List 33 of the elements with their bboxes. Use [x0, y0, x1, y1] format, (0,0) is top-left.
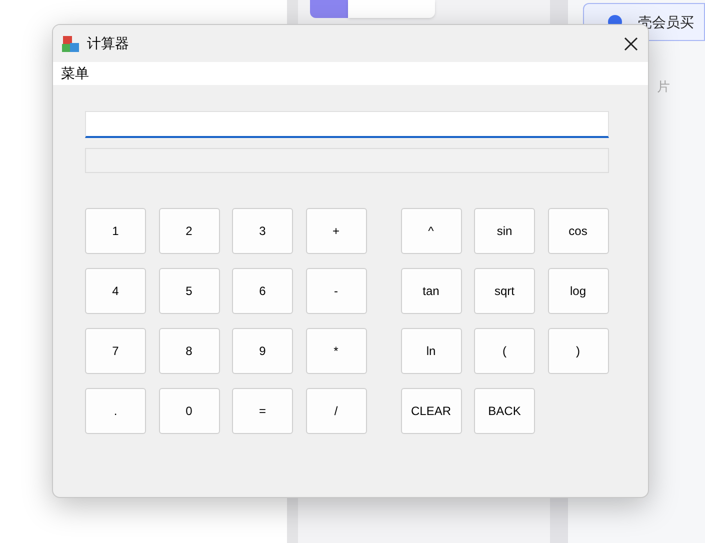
calculator-key[interactable]: 3: [232, 208, 293, 254]
calculator-key[interactable]: ln: [400, 328, 462, 374]
calculator-key[interactable]: BACK: [474, 388, 535, 434]
calculator-key[interactable]: .: [85, 388, 146, 434]
calculator-key[interactable]: *: [306, 328, 366, 374]
close-icon[interactable]: [624, 36, 638, 50]
menu-item[interactable]: 菜单: [61, 63, 89, 84]
calculator-key[interactable]: sqrt: [474, 268, 535, 314]
calculator-key[interactable]: =: [232, 388, 293, 434]
calculator-key[interactable]: 7: [85, 328, 146, 374]
app-icon: [61, 34, 81, 54]
calculator-key[interactable]: 0: [158, 388, 220, 434]
calculator-key[interactable]: +: [306, 208, 366, 254]
side-label: 片: [657, 79, 670, 94]
calculator-key[interactable]: (: [474, 328, 535, 374]
calculator-key[interactable]: 2: [158, 208, 220, 254]
calculator-key[interactable]: -: [306, 268, 366, 314]
calculator-key[interactable]: log: [548, 268, 608, 314]
calculator-key[interactable]: cos: [548, 208, 608, 254]
calculator-key[interactable]: ^: [400, 208, 462, 254]
calculator-key[interactable]: CLEAR: [400, 388, 462, 434]
calculator-key[interactable]: 4: [85, 268, 146, 314]
calculator-key[interactable]: /: [306, 388, 366, 434]
calculator-key[interactable]: ): [548, 328, 608, 374]
calculator-key[interactable]: 5: [158, 268, 220, 314]
calculator-key[interactable]: 8: [158, 328, 220, 374]
window-title: 计算器: [87, 34, 129, 53]
calculator-key[interactable]: 1: [85, 208, 146, 254]
calculator-key[interactable]: 9: [232, 328, 293, 374]
expression-field[interactable]: [85, 111, 609, 138]
calculator-key[interactable]: 6: [232, 268, 293, 314]
calculator-key[interactable]: tan: [400, 268, 462, 314]
calculator-key[interactable]: sin: [474, 208, 535, 254]
